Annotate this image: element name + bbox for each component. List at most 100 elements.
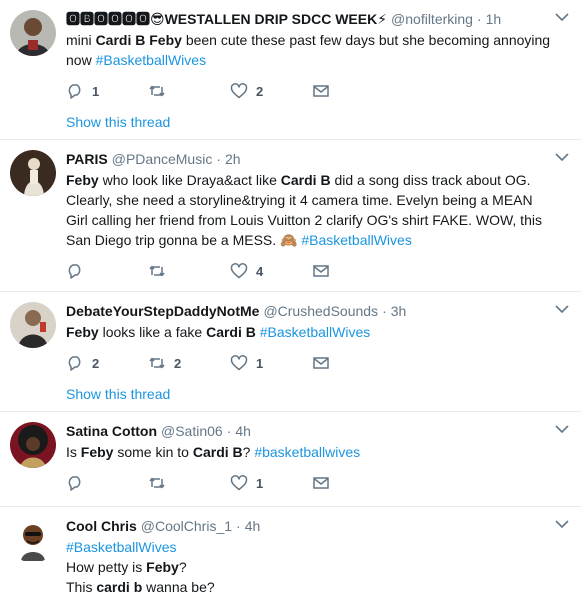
- reply-button[interactable]: 1: [66, 82, 148, 100]
- display-name[interactable]: Satina Cotton: [66, 422, 157, 440]
- message-button[interactable]: [312, 354, 394, 372]
- highlight-term: Cardi B: [192, 444, 243, 460]
- text-line: How petty is Feby?: [66, 557, 557, 577]
- retweet-icon: [149, 477, 165, 489]
- timestamp[interactable]: 4h: [245, 517, 261, 535]
- display-name[interactable]: DebateYourStepDaddyNotMe: [66, 302, 259, 320]
- like-icon: [230, 475, 248, 491]
- display-name[interactable]: PARIS: [66, 150, 108, 168]
- like-button[interactable]: 2: [230, 82, 312, 100]
- text-segment: wanna be?: [142, 579, 215, 595]
- retweet-icon: [149, 85, 165, 97]
- tweet[interactable]: PARIS @PDanceMusic · 2h Feby who look li…: [0, 140, 581, 292]
- user-handle[interactable]: @Satin06: [161, 422, 223, 440]
- caret-down-icon[interactable]: [555, 304, 569, 314]
- caret-down-icon[interactable]: [555, 12, 569, 22]
- tweet-feed: 🅾🅱🅾🅾🅾🅾😎WESTALLEN DRIP SDCC WEEK⚡ @nofilt…: [0, 0, 581, 596]
- show-thread-link[interactable]: Show this thread: [66, 382, 567, 412]
- highlight-term: Cardi B: [206, 324, 256, 340]
- text-segment: mini: [66, 32, 96, 48]
- reply-icon: [68, 356, 81, 371]
- tweet-text: Feby who look like Draya&act like Cardi …: [66, 170, 567, 250]
- timestamp[interactable]: 3h: [391, 302, 407, 320]
- reply-button[interactable]: [66, 262, 148, 280]
- like-icon: [230, 83, 248, 99]
- separator-dot: ·: [216, 151, 221, 167]
- avatar[interactable]: [10, 150, 56, 196]
- separator-dot: ·: [382, 303, 387, 319]
- display-name[interactable]: Cool Chris: [66, 517, 137, 535]
- avatar[interactable]: [10, 10, 56, 56]
- user-handle[interactable]: @PDanceMusic: [112, 150, 213, 168]
- tweet[interactable]: DebateYourStepDaddyNotMe @CrushedSounds …: [0, 292, 581, 412]
- hashtag-link[interactable]: #BasketballWives: [301, 232, 412, 248]
- retweet-icon: [149, 357, 165, 369]
- tweet[interactable]: Cool Chris @CoolChris_1 · 4h #Basketball…: [0, 507, 581, 596]
- text-segment: who look like Draya&act like: [98, 172, 281, 188]
- like-button[interactable]: 1: [230, 354, 312, 372]
- reply-icon: [68, 476, 81, 491]
- like-count: 2: [256, 83, 264, 99]
- message-icon: [313, 85, 329, 97]
- retweet-icon: [149, 265, 165, 277]
- message-icon: [313, 357, 329, 369]
- highlight-term: Feby: [149, 32, 182, 48]
- retweet-count: 2: [174, 355, 182, 371]
- user-handle[interactable]: @CoolChris_1: [141, 517, 232, 535]
- tweet-text: mini Cardi B Feby been cute these past f…: [66, 30, 567, 70]
- text-segment: looks like a fake: [98, 324, 207, 340]
- highlight-term: Feby: [66, 172, 99, 188]
- text-segment: ?: [178, 559, 187, 575]
- highlight-term: cardi b: [96, 579, 143, 595]
- highlight-term: Feby: [80, 444, 114, 460]
- retweet-button[interactable]: 2: [148, 354, 230, 372]
- like-count: 1: [256, 355, 264, 371]
- user-handle[interactable]: @nofilterking: [391, 10, 473, 28]
- message-button[interactable]: [312, 82, 394, 100]
- retweet-button[interactable]: [148, 262, 230, 280]
- reply-icon: [68, 84, 81, 99]
- tweet[interactable]: 🅾🅱🅾🅾🅾🅾😎WESTALLEN DRIP SDCC WEEK⚡ @nofilt…: [0, 0, 581, 140]
- hashtag-link[interactable]: #BasketballWives: [96, 52, 207, 68]
- caret-down-icon[interactable]: [555, 424, 569, 434]
- reply-button[interactable]: [66, 474, 148, 492]
- tweet[interactable]: Satina Cotton @Satin06 · 4h Is Feby some…: [0, 412, 581, 507]
- highlight-term: Feby: [66, 324, 99, 340]
- tweet-text: Is Feby some kin to Cardi B? #basketball…: [66, 442, 567, 462]
- retweet-button[interactable]: [148, 82, 230, 100]
- timestamp[interactable]: 1h: [486, 10, 502, 28]
- hashtag-link[interactable]: #BasketballWives: [260, 324, 371, 340]
- highlight-term: Cardi B: [280, 172, 331, 188]
- reply-button[interactable]: 2: [66, 354, 148, 372]
- avatar[interactable]: [10, 302, 56, 348]
- avatar[interactable]: [10, 422, 56, 468]
- hashtag-link[interactable]: #BasketballWives: [66, 539, 177, 555]
- tweet-header: PARIS @PDanceMusic · 2h: [66, 150, 567, 168]
- text-segment: ?: [242, 444, 255, 460]
- retweet-button[interactable]: [148, 474, 230, 492]
- reply-count: 1: [92, 83, 100, 99]
- message-button[interactable]: [312, 262, 394, 280]
- like-icon: [230, 355, 248, 371]
- tweet-actions: 4: [66, 260, 567, 282]
- display-name[interactable]: 🅾🅱🅾🅾🅾🅾😎WESTALLEN DRIP SDCC WEEK⚡: [66, 10, 387, 28]
- user-handle[interactable]: @CrushedSounds: [263, 302, 378, 320]
- like-button[interactable]: 4: [230, 262, 312, 280]
- reply-count: 2: [92, 355, 100, 371]
- like-count: 1: [256, 475, 264, 491]
- show-thread-link[interactable]: Show this thread: [66, 110, 567, 140]
- caret-down-icon[interactable]: [555, 519, 569, 529]
- text-line: This cardi b wanna be?: [66, 577, 557, 596]
- message-button[interactable]: [312, 474, 394, 492]
- avatar[interactable]: [10, 517, 56, 563]
- hashtag-link[interactable]: #basketballwives: [254, 444, 360, 460]
- separator-dot: ·: [476, 11, 482, 27]
- text-line: #BasketballWives: [66, 537, 557, 557]
- tweet-header: Satina Cotton @Satin06 · 4h: [66, 422, 567, 440]
- caret-down-icon[interactable]: [555, 152, 569, 162]
- highlight-term: Cardi B: [95, 32, 146, 48]
- like-button[interactable]: 1: [230, 474, 312, 492]
- timestamp[interactable]: 2h: [225, 150, 241, 168]
- timestamp[interactable]: 4h: [235, 422, 251, 440]
- message-icon: [313, 477, 329, 489]
